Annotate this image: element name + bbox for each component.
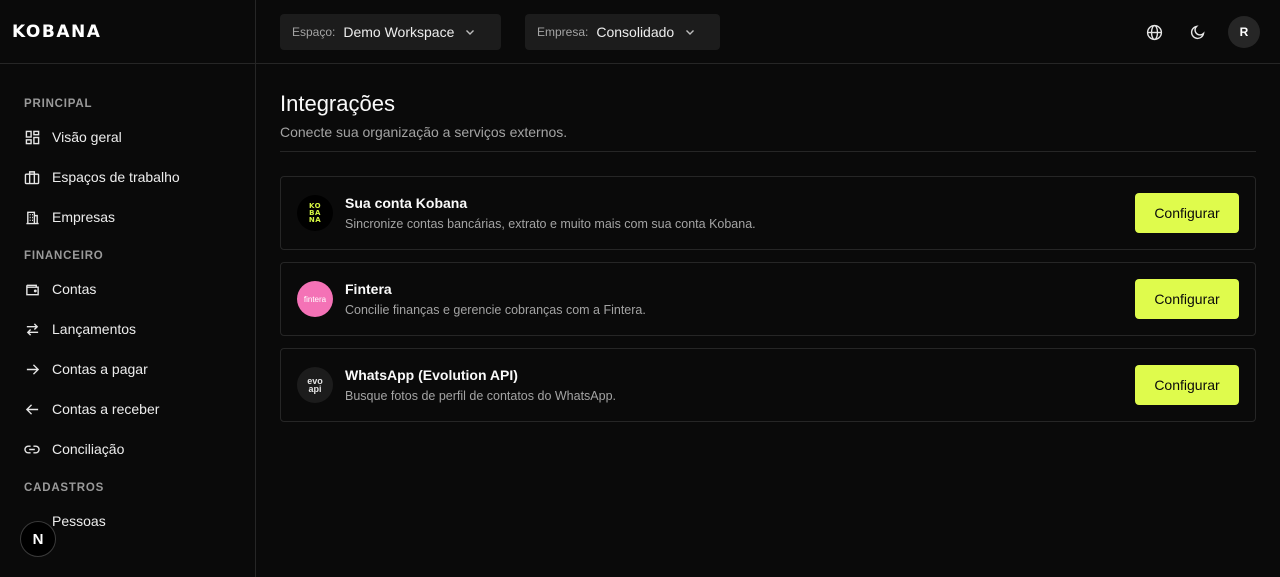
sidebar-item-contas-a-receber[interactable]: Contas a receber (0, 389, 255, 429)
configure-kobana-button[interactable]: Configurar (1135, 193, 1239, 233)
fintera-logo-text: fintera (303, 294, 327, 304)
integration-card-fintera: fintera Fintera Concilie finanças e gere… (280, 262, 1256, 336)
page-title: Integrações (280, 91, 395, 116)
sidebar-item-contas-a-pagar[interactable]: Contas a pagar (0, 349, 255, 389)
chevron-down-icon (464, 26, 476, 38)
kobana-logo-icon: KO BA NA (297, 195, 333, 231)
sidebar-item-espacos-de-trabalho[interactable]: Espaços de trabalho (0, 157, 255, 197)
user-avatar[interactable]: R (1228, 16, 1260, 48)
sidebar-item-empresas[interactable]: Empresas (0, 197, 255, 237)
configure-whatsapp-button[interactable]: Configurar (1135, 365, 1239, 405)
logo-area: KOBANA (0, 0, 255, 64)
top-header: Espaço: Demo Workspace Empresa: Consolid… (256, 0, 1280, 64)
workspace-selector[interactable]: Espaço: Demo Workspace (280, 14, 501, 50)
dark-mode-moon-icon[interactable] (1186, 20, 1210, 44)
sidebar-item-lancamentos[interactable]: Lançamentos (0, 309, 255, 349)
sidebar-item-label: Pessoas (52, 513, 106, 529)
evolution-api-logo-icon: evo api (297, 367, 333, 403)
integration-title: Fintera (345, 281, 392, 297)
integration-card-kobana: KO BA NA Sua conta Kobana Sincronize con… (280, 176, 1256, 250)
building-icon (24, 209, 40, 225)
sidebar-nav: PRINCIPAL Visão geral Espaços de trabalh… (0, 64, 255, 541)
nextjs-badge[interactable]: N (20, 521, 56, 557)
fintera-logo-icon: fintera (297, 281, 333, 317)
workspace-selector-label: Espaço: (292, 25, 336, 39)
integrations-list: KO BA NA Sua conta Kobana Sincronize con… (280, 176, 1256, 422)
sidebar-item-visao-geral[interactable]: Visão geral (0, 117, 255, 157)
sidebar-item-label: Lançamentos (52, 321, 137, 337)
main-content: Integrações Conecte sua organização a se… (280, 64, 1256, 434)
kobana-logo[interactable]: KOBANA (12, 22, 101, 42)
integration-description: Sincronize contas bancárias, extrato e m… (345, 217, 756, 231)
briefcase-icon (24, 169, 40, 185)
integration-card-whatsapp: evo api WhatsApp (Evolution API) Busque … (280, 348, 1256, 422)
company-selector[interactable]: Empresa: Consolidado (525, 14, 720, 50)
sidebar: KOBANA PRINCIPAL Visão geral Espaços de … (0, 0, 256, 577)
section-label-principal: PRINCIPAL (24, 98, 93, 110)
page-subtitle: Conecte sua organização a serviços exter… (280, 124, 568, 140)
sidebar-item-label: Conciliação (52, 441, 125, 457)
sidebar-item-label: Visão geral (52, 129, 122, 145)
sidebar-item-label: Empresas (52, 209, 116, 225)
company-selector-value: Consolidado (596, 24, 675, 40)
integration-description: Busque fotos de perfil de contatos do Wh… (345, 389, 617, 403)
chevron-down-icon (684, 26, 696, 38)
arrows-left-right-icon (24, 321, 40, 337)
app-window: KOBANA PRINCIPAL Visão geral Espaços de … (0, 0, 1280, 577)
wallet-icon (24, 281, 40, 297)
arrow-left-icon (24, 401, 40, 417)
kobana-logo-text: KO BA NA (308, 201, 322, 224)
sidebar-item-label: Contas a receber (52, 401, 160, 417)
arrow-right-icon (24, 361, 40, 377)
company-selector-label: Empresa: (537, 25, 589, 39)
workspace-selector-value: Demo Workspace (343, 24, 455, 40)
evolution-api-logo-text: evo api (307, 376, 323, 394)
section-label-cadastros: CADASTROS (24, 482, 105, 494)
language-globe-icon[interactable] (1142, 20, 1166, 44)
integration-title: Sua conta Kobana (345, 195, 468, 211)
sidebar-item-contas[interactable]: Contas (0, 269, 255, 309)
sidebar-item-label: Contas a pagar (52, 361, 148, 377)
integration-description: Concilie finanças e gerencie cobranças c… (345, 303, 646, 317)
sidebar-item-conciliacao[interactable]: Conciliação (0, 429, 255, 469)
configure-fintera-button[interactable]: Configurar (1135, 279, 1239, 319)
section-label-financeiro: FINANCEIRO (24, 250, 104, 262)
integration-title: WhatsApp (Evolution API) (345, 367, 518, 383)
link-icon (24, 441, 40, 457)
dashboard-grid-icon (24, 129, 40, 145)
divider (280, 151, 1256, 152)
sidebar-item-label: Contas (52, 281, 97, 297)
sidebar-item-label: Espaços de trabalho (52, 169, 180, 185)
